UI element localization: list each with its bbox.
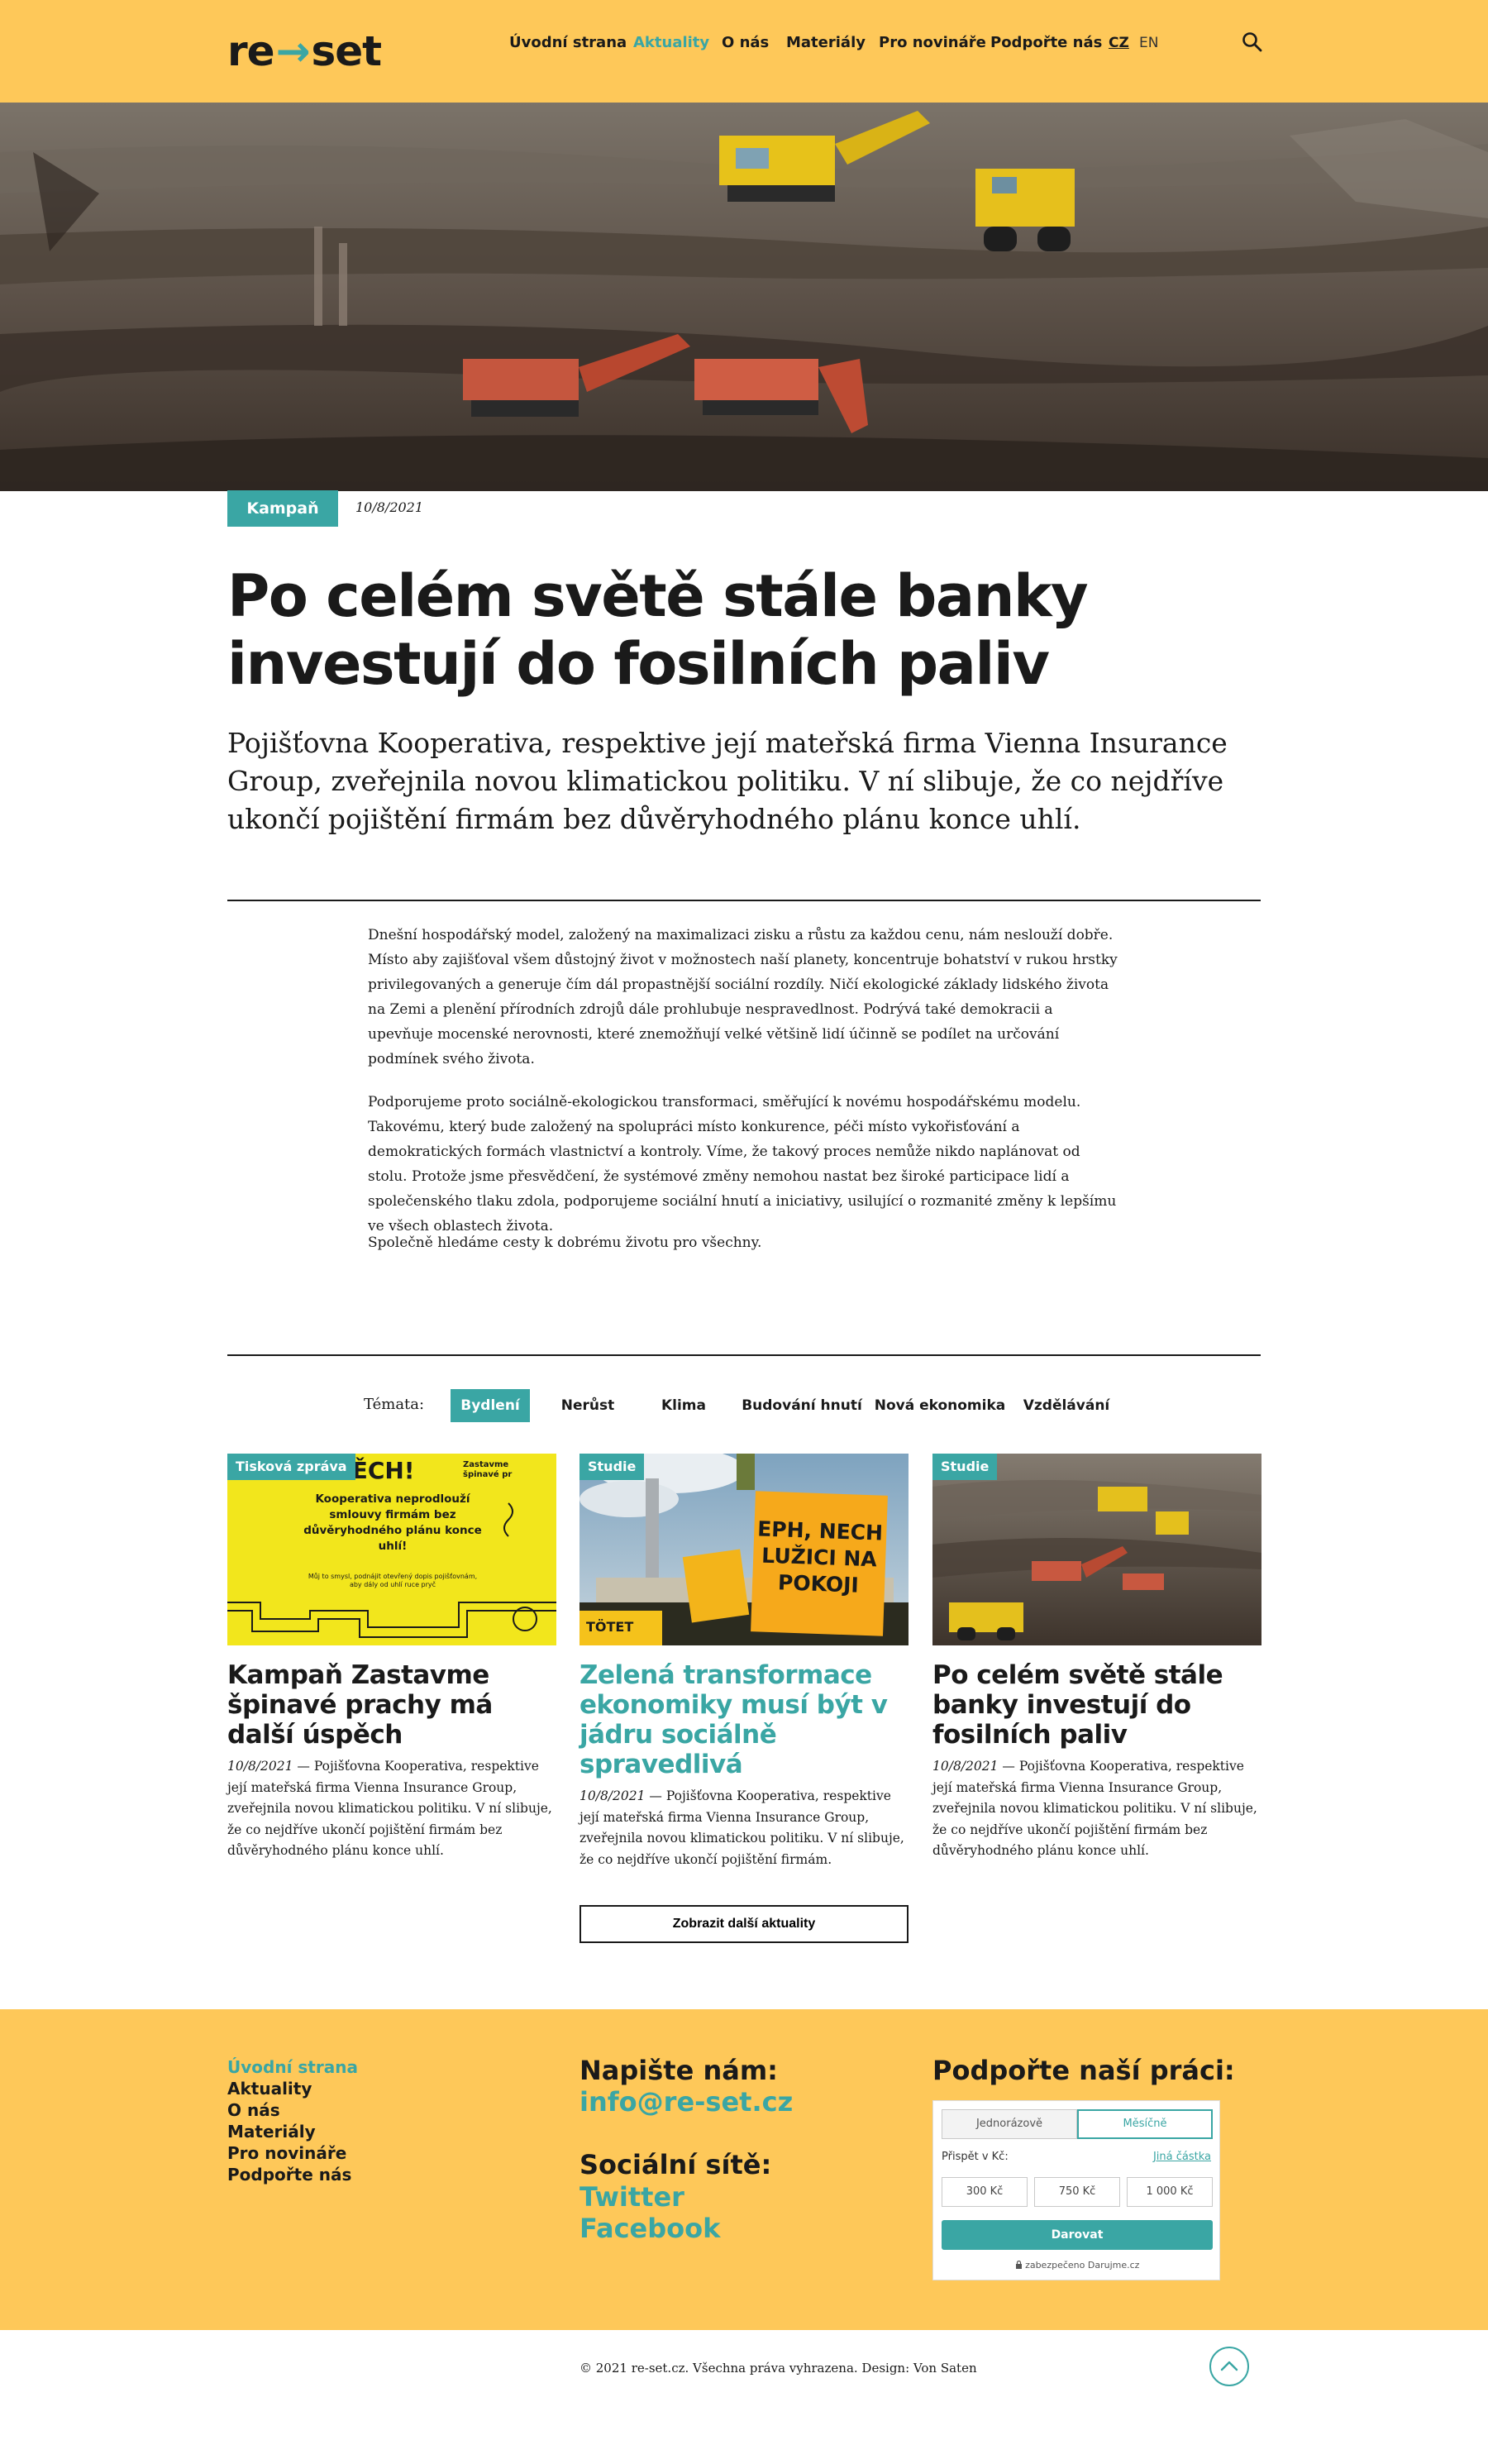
- lang-en[interactable]: EN: [1139, 31, 1158, 55]
- poster-text: Kooperativa neprodlouží smlouvy firmám b…: [303, 1492, 482, 1553]
- donation-amount-750[interactable]: 750 Kč: [1034, 2177, 1120, 2207]
- topic-nerust[interactable]: Nerůst: [549, 1389, 627, 1422]
- hero-image: [0, 103, 1488, 491]
- card-image[interactable]: Studie: [932, 1454, 1261, 1645]
- load-more-button[interactable]: Zobrazit další aktuality: [579, 1905, 909, 1943]
- nav-item-home[interactable]: Úvodní strana: [509, 31, 627, 55]
- lang-cz[interactable]: CZ: [1109, 31, 1129, 55]
- site-footer: Úvodní strana Aktuality O nás Materiály …: [0, 2009, 1488, 2330]
- logo-text-right: set: [311, 27, 382, 75]
- footer-link-press[interactable]: Pro novináře: [227, 2142, 346, 2164]
- logo-arrow: →: [275, 27, 311, 75]
- article-date: 10/8/2021: [355, 499, 424, 515]
- nav-item-support[interactable]: Podpořte nás: [990, 31, 1102, 55]
- card-date: 10/8/2021: [227, 1759, 293, 1774]
- footer-link-materials[interactable]: Materiály: [227, 2121, 316, 2142]
- donation-amount-300[interactable]: 300 Kč: [942, 2177, 1028, 2207]
- card-excerpt: 10/8/2021 — Pojišťovna Kooperativa, resp…: [579, 1786, 909, 1870]
- divider: [227, 1354, 1261, 1356]
- footer-email-link[interactable]: info@re-set.cz: [579, 2085, 793, 2118]
- donation-secure-note: zabezpečeno Darujme.cz: [933, 2260, 1221, 2271]
- footer-twitter-link[interactable]: Twitter: [579, 2180, 684, 2213]
- nav-item-news[interactable]: Aktuality: [633, 31, 709, 55]
- poster-corner-text: Zastavme špinavé pr: [463, 1460, 513, 1479]
- donation-other-amount[interactable]: Jiná částka: [1153, 2151, 1211, 2163]
- article-lead: Pojišťovna Kooperativa, respektive její …: [227, 727, 1228, 835]
- footer-link-about[interactable]: O nás: [227, 2099, 280, 2121]
- nav-item-press[interactable]: Pro novináře: [879, 31, 986, 55]
- topics-label: Témata:: [364, 1396, 425, 1413]
- card-date: 10/8/2021: [579, 1788, 646, 1803]
- site-header: re→set Úvodní strana Aktuality O nás Mat…: [0, 0, 1488, 103]
- card-badge: Studie: [579, 1454, 645, 1480]
- card-image[interactable]: SPĚCH! Zastavme špinavé pr Kooperativa n…: [227, 1454, 556, 1645]
- donate-button[interactable]: Darovat: [942, 2220, 1213, 2250]
- footer-link-support[interactable]: Podpořte nás: [227, 2164, 351, 2185]
- logo-text-left: re: [227, 27, 275, 75]
- scroll-to-top-icon[interactable]: [1209, 2347, 1249, 2386]
- divider: [227, 900, 1261, 901]
- card-image[interactable]: EPH, NECH LUŽICI NA POKOJI TÖTET Studie: [579, 1454, 909, 1645]
- donation-amount-1000[interactable]: 1 000 Kč: [1127, 2177, 1213, 2207]
- search-icon[interactable]: [1240, 30, 1265, 55]
- donation-widget: Jednorázově Měsíčně Přispět v Kč: Jiná č…: [932, 2100, 1220, 2280]
- topic-klima[interactable]: Klima: [643, 1389, 724, 1422]
- card-title[interactable]: Po celém světě stále banky investují do …: [932, 1660, 1261, 1750]
- donation-tab-monthly[interactable]: Měsíčně: [1077, 2109, 1213, 2139]
- topic-vzdelavani[interactable]: Vzdělávání: [1017, 1389, 1116, 1422]
- article-title-line2: investují do fosilních paliv: [227, 630, 1050, 698]
- nav-item-about[interactable]: O nás: [722, 31, 769, 55]
- article-title-line1: Po celém světě stále banky: [227, 562, 1089, 630]
- protest-sign-text: EPH, NECH LUŽICI NA POKOJI: [756, 1516, 884, 1597]
- article-tag[interactable]: Kampaň: [227, 490, 338, 527]
- footer-link-home[interactable]: Úvodní strana: [227, 2056, 358, 2078]
- topic-budovani-hnuti[interactable]: Budování hnutí: [740, 1389, 864, 1422]
- footer-social-heading: Sociální sítě:: [579, 2149, 772, 2180]
- topic-nova-ekonomika[interactable]: Nová ekonomika: [874, 1389, 1006, 1422]
- card-excerpt-text: — Pojišťovna Kooperativa, respektive jej…: [227, 1759, 552, 1858]
- card-excerpt-text: — Pojišťovna Kooperativa, respektive jej…: [932, 1759, 1257, 1858]
- footer-link-news[interactable]: Aktuality: [227, 2078, 312, 2099]
- poster-small-text: Můj to smysl, podnájit otevřený dopis po…: [308, 1573, 478, 1588]
- site-logo[interactable]: re→set: [227, 26, 382, 76]
- article-paragraph-1: Dnešní hospodářský model, založený na ma…: [368, 927, 1118, 1067]
- card-date: 10/8/2021: [932, 1759, 999, 1774]
- lock-icon: [1015, 2260, 1026, 2271]
- article-paragraph-2: Podporujeme proto sociálně-ekologickou t…: [368, 1094, 1117, 1234]
- card-badge: Studie: [932, 1454, 998, 1480]
- donation-label: Přispět v Kč:: [942, 2151, 1009, 2163]
- card-title[interactable]: Kampaň Zastavme špinavé prachy má další …: [227, 1660, 556, 1750]
- card-badge: Tisková zpráva: [227, 1454, 355, 1480]
- footer-facebook-link[interactable]: Facebook: [579, 2212, 720, 2245]
- card-title[interactable]: Zelená transformace ekonomiky musí být v…: [579, 1660, 909, 1779]
- nav-item-materials[interactable]: Materiály: [786, 31, 866, 55]
- article-title: Po celém světě stále banky investují do …: [227, 562, 1261, 698]
- footer-support-heading: Podpořte naší práci:: [932, 2055, 1235, 2086]
- footer-write-heading: Napište nám:: [579, 2055, 778, 2086]
- article-paragraph-3: Společně hledáme cesty k dobrému životu …: [368, 1234, 762, 1251]
- card-excerpt: 10/8/2021 — Pojišťovna Kooperativa, resp…: [227, 1756, 556, 1862]
- donation-tab-once[interactable]: Jednorázově: [942, 2109, 1077, 2139]
- card-excerpt: 10/8/2021 — Pojišťovna Kooperativa, resp…: [932, 1756, 1261, 1862]
- donation-secure-text: zabezpečeno Darujme.cz: [1025, 2260, 1140, 2271]
- copyright: © 2021 re-set.cz. Všechna práva vyhrazen…: [579, 2361, 977, 2376]
- topic-bydleni[interactable]: Bydlení: [451, 1389, 530, 1422]
- protest-banner-text: TÖTET: [586, 1619, 634, 1635]
